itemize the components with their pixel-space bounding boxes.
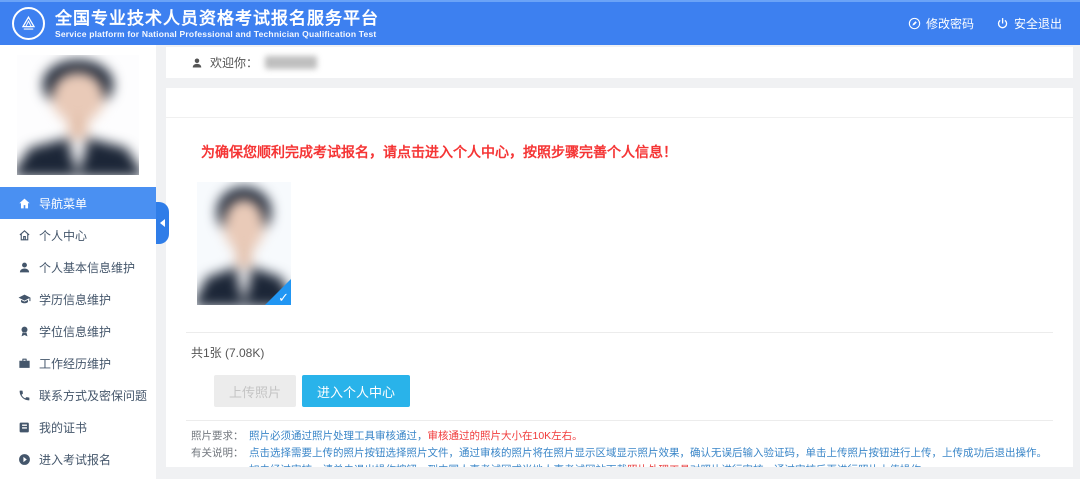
sidebar-item-degree-info[interactable]: 学位信息维护 bbox=[0, 315, 156, 347]
welcome-bar: 欢迎你： bbox=[166, 47, 1073, 78]
home-outline-icon bbox=[18, 229, 31, 242]
graduation-cap-icon bbox=[18, 293, 31, 306]
sidebar-item-label: 导航菜单 bbox=[39, 195, 87, 212]
certificate-book-icon bbox=[18, 421, 31, 434]
sidebar-item-label: 联系方式及密保问题 bbox=[39, 387, 147, 404]
upload-photo-button[interactable]: 上传照片 bbox=[214, 375, 296, 407]
sidebar-item-label: 进入考试报名 bbox=[39, 451, 111, 468]
home-icon bbox=[18, 197, 31, 210]
user-icon bbox=[18, 261, 31, 274]
enter-arrow-icon bbox=[18, 453, 31, 466]
button-row: 上传照片 进入个人中心 bbox=[214, 375, 1073, 407]
change-password-label: 修改密码 bbox=[926, 15, 974, 32]
notes-text: 点击选择需要上传的照片按钮选择照片文件，通过审核的照片将在照片显示区域显示照片效… bbox=[249, 445, 1055, 467]
user-icon bbox=[191, 57, 203, 69]
sidebar-item-label: 学位信息维护 bbox=[39, 323, 111, 340]
sidebar-collapse-handle[interactable] bbox=[156, 202, 169, 244]
welcome-label: 欢迎你： bbox=[210, 54, 258, 71]
medal-icon bbox=[18, 325, 31, 338]
sidebar-item-label: 个人中心 bbox=[39, 227, 87, 244]
check-icon: ✓ bbox=[278, 291, 289, 304]
sidebar-item-label: 我的证书 bbox=[39, 419, 87, 436]
sidebar-item-my-certificates[interactable]: 我的证书 bbox=[0, 411, 156, 443]
logout-link[interactable]: 安全退出 bbox=[996, 15, 1062, 32]
header-actions: 修改密码 安全退出 bbox=[908, 15, 1062, 32]
notes-label: 有关说明： bbox=[191, 445, 249, 467]
power-icon bbox=[996, 17, 1009, 30]
main-area: 欢迎你： 为确保您顺利完成考试报名，请点击进入个人中心，按照步骤完善个人信息！ … bbox=[166, 45, 1073, 479]
notes-row: 有关说明： 点击选择需要上传的照片按钮选择照片文件，通过审核的照片将在照片显示区… bbox=[191, 445, 1055, 467]
sidebar-item-education-info[interactable]: 学历信息维护 bbox=[0, 283, 156, 315]
chevron-left-icon bbox=[160, 219, 165, 227]
content-panel: 为确保您顺利完成考试报名，请点击进入个人中心，按照步骤完善个人信息！ ✓ 共1张… bbox=[166, 88, 1073, 467]
brand: 全国专业技术人员资格考试报名服务平台 Service platform for … bbox=[12, 7, 379, 40]
page: 全国专业技术人员资格考试报名服务平台 Service platform for … bbox=[0, 0, 1080, 479]
photo-instructions: 照片要求： 照片必须通过照片处理工具审核通过，审核通过的照片大小在10K左右。 … bbox=[166, 421, 1073, 467]
sidebar-item-enter-registration[interactable]: 进入考试报名 bbox=[0, 443, 156, 475]
photo-requirements-row: 照片要求： 照片必须通过照片处理工具审核通过，审核通过的照片大小在10K左右。 bbox=[191, 428, 1055, 445]
logout-label: 安全退出 bbox=[1014, 15, 1062, 32]
welcome-username-redacted bbox=[265, 56, 317, 69]
sidebar-item-label: 个人基本信息维护 bbox=[39, 259, 135, 276]
change-password-link[interactable]: 修改密码 bbox=[908, 15, 974, 32]
platform-logo-icon bbox=[12, 7, 45, 40]
sidebar-item-label: 工作经历维护 bbox=[39, 355, 111, 372]
app-header: 全国专业技术人员资格考试报名服务平台 Service platform for … bbox=[0, 0, 1080, 45]
requirements-text: 照片必须通过照片处理工具审核通过，审核通过的照片大小在10K左右。 bbox=[249, 428, 1055, 445]
briefcase-icon bbox=[18, 357, 31, 370]
sidebar-item-work-experience[interactable]: 工作经历维护 bbox=[0, 347, 156, 379]
panel-header-strip bbox=[166, 88, 1073, 118]
enter-personal-center-button[interactable]: 进入个人中心 bbox=[302, 375, 410, 407]
blurred-portrait bbox=[17, 55, 139, 175]
sidebar: 导航菜单 个人中心 个人基本信息维护 bbox=[0, 45, 156, 479]
edit-password-icon bbox=[908, 17, 921, 30]
requirements-label: 照片要求： bbox=[191, 428, 249, 445]
body-layout: 导航菜单 个人中心 个人基本信息维护 bbox=[0, 45, 1080, 479]
phone-icon bbox=[18, 389, 31, 402]
platform-titles: 全国专业技术人员资格考试报名服务平台 Service platform for … bbox=[55, 9, 379, 39]
photo-tool-link[interactable]: 照片处理工具 bbox=[627, 464, 690, 467]
photo-preview: ✓ bbox=[197, 182, 291, 305]
photo-count: 共1张 (7.08K) bbox=[166, 333, 1073, 361]
sidebar-item-nav-menu[interactable]: 导航菜单 bbox=[0, 187, 156, 219]
sidebar-item-contact-security[interactable]: 联系方式及密保问题 bbox=[0, 379, 156, 411]
sidebar-item-personal-center[interactable]: 个人中心 bbox=[0, 219, 156, 251]
platform-title: 全国专业技术人员资格考试报名服务平台 bbox=[55, 9, 379, 29]
warning-text: 为确保您顺利完成考试报名，请点击进入个人中心，按照步骤完善个人信息！ bbox=[201, 142, 1073, 162]
sidebar-profile-photo bbox=[17, 55, 139, 175]
sidebar-nav: 导航菜单 个人中心 个人基本信息维护 bbox=[0, 187, 156, 475]
platform-subtitle: Service platform for National Profession… bbox=[55, 29, 379, 39]
sidebar-item-basic-info[interactable]: 个人基本信息维护 bbox=[0, 251, 156, 283]
sidebar-item-label: 学历信息维护 bbox=[39, 291, 111, 308]
